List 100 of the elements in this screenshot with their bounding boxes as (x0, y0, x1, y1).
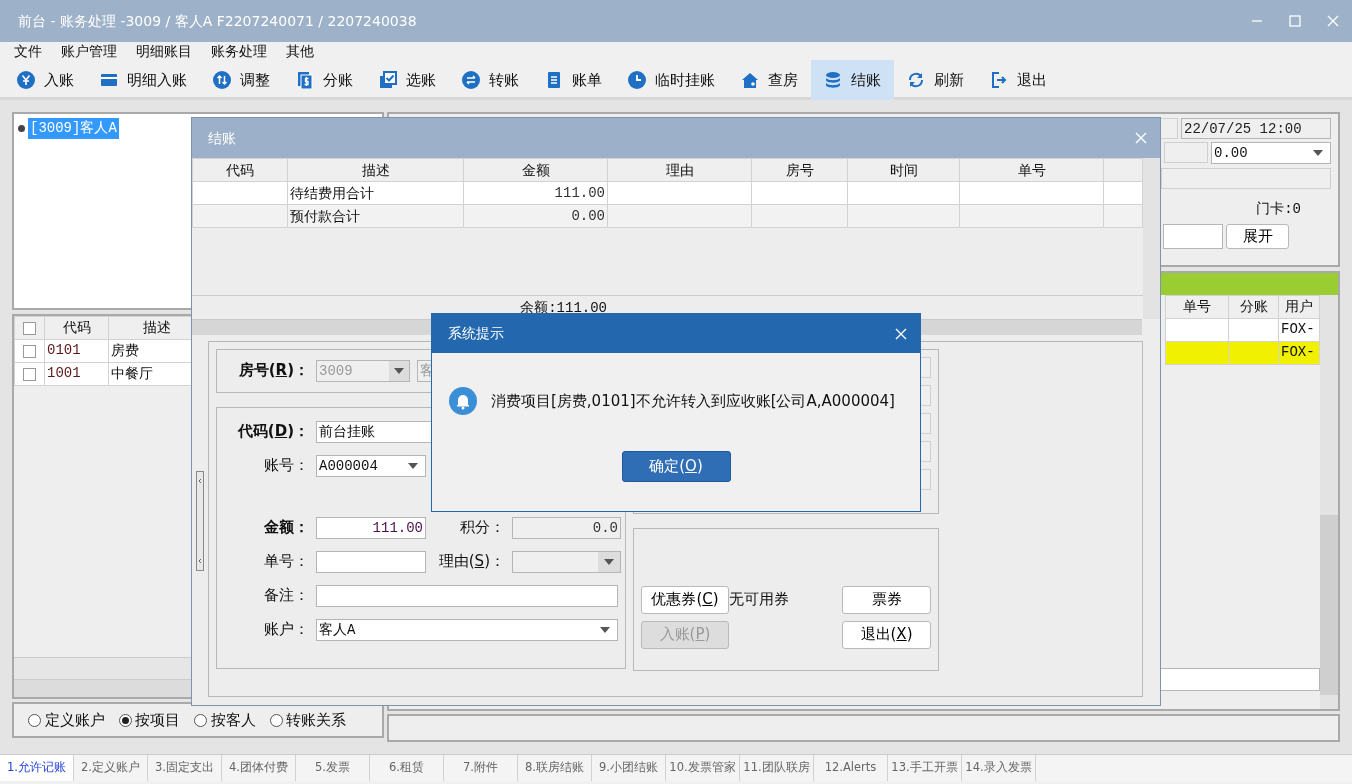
bell-icon (449, 387, 477, 415)
column-header: 金额 (463, 158, 608, 182)
field-label: 备注： (263, 585, 309, 607)
menu-item[interactable]: 明细账目 (136, 42, 192, 60)
table-cell: 待结费用合计 (287, 181, 464, 205)
menu-item[interactable]: 账户管理 (61, 42, 117, 60)
dropdown-field[interactable]: 客人A (316, 618, 618, 641)
input-field[interactable] (316, 550, 426, 573)
caret-icon (1313, 150, 1323, 156)
checkbox[interactable] (23, 344, 36, 358)
table-cell (1103, 181, 1143, 205)
input-field[interactable] (1163, 142, 1208, 163)
field-label: 房号(R)： (237, 360, 309, 382)
column-header (1103, 158, 1143, 182)
field-label: 积分： (459, 517, 505, 539)
dollar-icon (295, 71, 314, 89)
table-cell (1165, 318, 1229, 342)
field-label: 金额： (263, 517, 309, 539)
check-square-icon (378, 71, 397, 89)
column-header: 用户 (1278, 295, 1320, 319)
dropdown-field[interactable]: A000004 (316, 454, 426, 477)
ticket-button[interactable]: 票券 (842, 585, 931, 614)
column-header: 代码 (44, 316, 109, 339)
input-field[interactable]: 0.0 (512, 516, 621, 539)
input-field[interactable] (1161, 167, 1331, 189)
caret-icon (408, 462, 418, 469)
column-header: 理由 (607, 158, 752, 182)
toolbar-button[interactable]: 退出 (976, 60, 1060, 100)
caret-icon (600, 626, 610, 633)
date-field[interactable]: 22/07/25 12:00 (1181, 117, 1331, 139)
table-cell: 0.00 (463, 204, 608, 228)
toolbar-button[interactable]: 账单 (531, 60, 615, 100)
maximize-icon (1289, 15, 1301, 27)
input-field[interactable]: 111.00 (316, 516, 426, 539)
table-cell (1165, 341, 1229, 365)
column-header: 代码 (192, 158, 288, 182)
toolbar-button[interactable]: 查房 (727, 60, 811, 100)
checkbox[interactable] (23, 367, 36, 381)
tab[interactable]: 1.允许记账 (0, 755, 74, 781)
window-title: 前台 - 账务处理 -3009 / 客人A F2207240071 / 2207240038 (18, 11, 418, 31)
dropdown-field[interactable]: 0.00 (1211, 142, 1331, 164)
door-card-label: 门卡:0 (1256, 200, 1301, 219)
column-header: 单号 (1165, 295, 1229, 319)
input-field[interactable] (1162, 223, 1223, 249)
column-header: 分账 (1228, 295, 1279, 319)
ok-button[interactable]: 确定(O) (621, 451, 731, 482)
coupon-status: 无可用券 (729, 589, 790, 611)
radio-option[interactable]: 定义账户 (28, 708, 105, 732)
column-header: 房号 (751, 158, 848, 182)
dropdown-field[interactable] (512, 550, 621, 573)
field-label: 账户： (263, 619, 309, 641)
radio-option[interactable]: 按客人 (194, 708, 256, 732)
database-icon (823, 71, 842, 89)
radio-option[interactable]: 转账关系 (269, 708, 346, 732)
menu-item[interactable]: 其他 (286, 42, 314, 60)
toolbar-button[interactable]: 选账 (365, 60, 449, 100)
menu-item[interactable]: 文件 (14, 42, 42, 60)
checkbox[interactable] (23, 321, 36, 335)
menu-item[interactable]: 账务处理 (211, 42, 267, 60)
toolbar-button[interactable]: 刷新 (893, 60, 977, 100)
input-field[interactable] (316, 584, 618, 607)
toolbar-button[interactable]: 入账 (3, 60, 87, 100)
radio-option[interactable]: 按项目 (118, 708, 180, 732)
minimize-icon (1251, 20, 1263, 22)
arrows-icon (212, 71, 231, 89)
table-cell (1228, 318, 1279, 342)
toolbar-button[interactable]: 调整 (199, 60, 283, 100)
coupon-button[interactable]: 优惠券(C) (641, 585, 729, 614)
close-icon (1135, 132, 1147, 144)
expand-button[interactable]: 展开 (1226, 223, 1289, 249)
toolbar-button[interactable]: 分账 (282, 60, 366, 100)
toolbar-button[interactable]: 明细入账 (86, 60, 200, 100)
toolbar-button[interactable]: 结账 (810, 60, 894, 100)
column-header: 描述 (287, 158, 464, 182)
table-cell: 预付款合计 (287, 204, 464, 228)
table-cell: FOX- (1278, 341, 1320, 365)
exit-button[interactable]: 退出(X) (842, 620, 931, 649)
alert-message: 消费项目[房费,0101]不允许转入到应收账[公司A,A000004] (491, 390, 895, 412)
caret-icon (604, 558, 614, 565)
table-cell: 0101 (44, 339, 109, 362)
dialog-title: 结账 (208, 128, 237, 148)
table-cell (1103, 204, 1143, 228)
logout-icon (989, 71, 1008, 89)
close-icon (895, 327, 907, 340)
swap-icon (461, 71, 480, 89)
clock-icon (627, 71, 646, 89)
toolbar-button[interactable]: 转账 (448, 60, 532, 100)
column-header: 单号 (959, 158, 1104, 182)
table-cell: 111.00 (463, 181, 608, 205)
close-icon (1327, 15, 1339, 27)
house-icon (740, 71, 759, 89)
table-cell: FOX- (1278, 318, 1320, 342)
field-label: 单号： (263, 551, 309, 573)
table-cell: 1001 (44, 362, 109, 385)
yen-icon (16, 71, 35, 89)
input-field[interactable]: 前台挂账 (316, 420, 434, 443)
caret-icon (394, 367, 404, 374)
field-label: 代码(D)： (236, 421, 309, 443)
toolbar-button[interactable]: 临时挂账 (614, 60, 728, 100)
dialog-title: 系统提示 (448, 324, 505, 343)
